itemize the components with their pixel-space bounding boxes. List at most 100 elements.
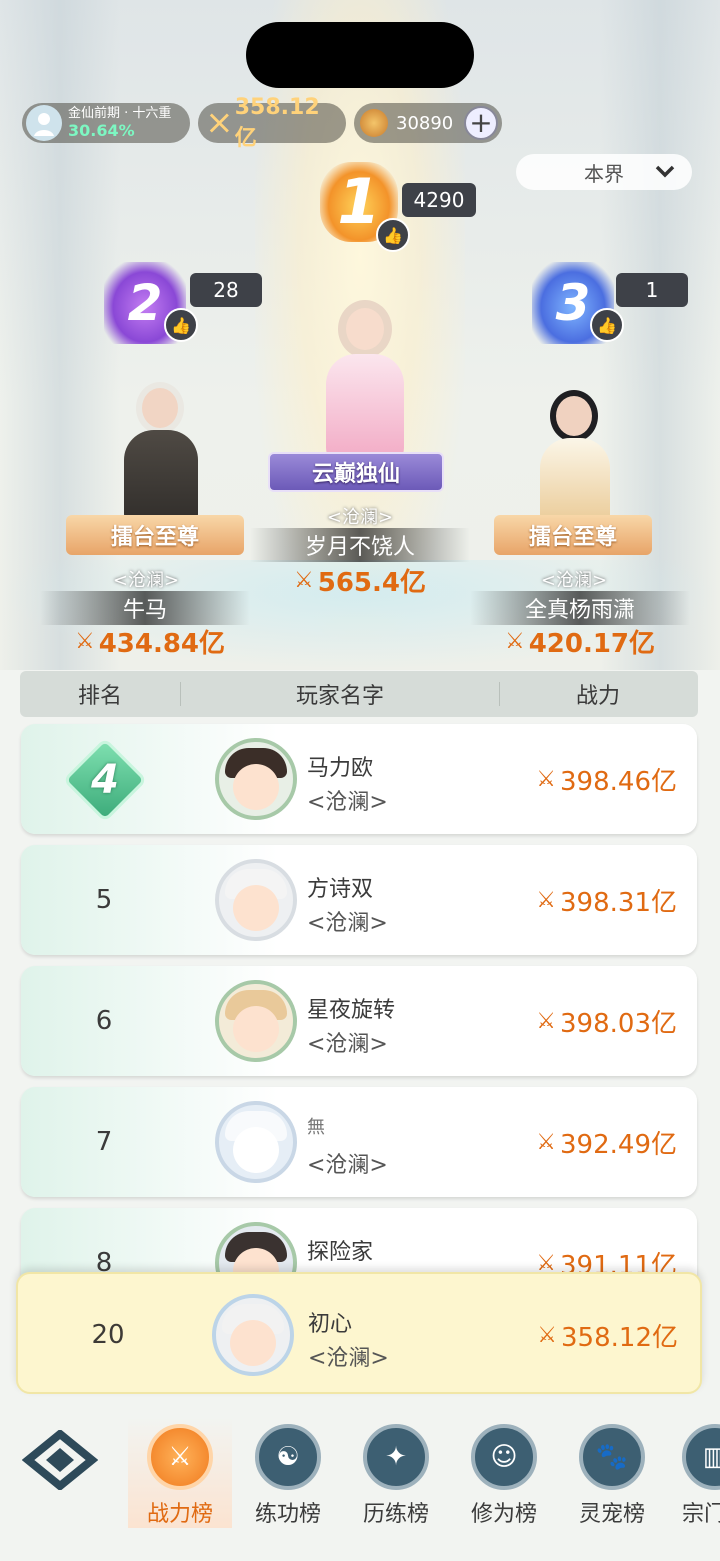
cultivator-icon: ☺	[471, 1424, 537, 1490]
crossed-swords-icon	[209, 113, 229, 133]
avatar[interactable]	[215, 980, 297, 1062]
rank-number: 4	[91, 757, 119, 803]
player-name: 星夜旋转	[307, 998, 396, 1023]
power-value: 358.12亿	[234, 94, 320, 151]
rank-number: 6	[95, 1006, 113, 1036]
player-power: ⚔ 398.31亿	[536, 845, 677, 955]
crossed-swords-icon: ⚔	[504, 628, 525, 654]
bottom-nav: ⚔ 战力榜 ☯ 练功榜 ✦ 历练榜 ☺ 修为榜 🐾 灵宠榜 ▥ 宗门	[0, 1400, 720, 1561]
my-power-value: 358.12亿	[561, 1322, 678, 1353]
player-name: 马力欧	[307, 756, 374, 781]
rank1-like-button[interactable]: 👍	[376, 218, 410, 252]
tab-sect-ranking[interactable]: ▥ 宗门	[668, 1418, 720, 1528]
rank1-title-tag: 云巅独仙	[268, 452, 444, 492]
player-power-value: 398.03亿	[560, 1008, 677, 1039]
rank1-name: 岁月不饶人	[250, 528, 470, 562]
coin-icon	[360, 109, 388, 137]
rank1-like-count: 4290	[402, 183, 476, 217]
rank2-name: 牛马	[40, 591, 250, 625]
tab-label: 战力榜	[146, 1502, 213, 1527]
power-pill[interactable]: 358.12亿	[198, 95, 346, 151]
player-guild: <沧澜>	[307, 911, 388, 936]
crossed-swords-icon: ⚔	[147, 1424, 213, 1490]
rank2-power-value: 434.84亿	[98, 628, 226, 659]
menu-logo-icon[interactable]	[21, 1428, 99, 1492]
player-power-value: 398.31亿	[560, 887, 677, 918]
realm-progress: 30.64%	[68, 121, 135, 140]
rank2-power: ⚔ 434.84亿	[40, 624, 260, 659]
avatar[interactable]	[215, 1101, 297, 1183]
player-avatar-icon	[26, 105, 62, 141]
camera-notch	[246, 22, 474, 88]
rank1-character[interactable]	[300, 290, 430, 470]
rank2-like-count: 28	[190, 273, 262, 307]
realm-pill[interactable]: 金仙前期 · 十六重 30.64%	[22, 103, 190, 143]
rank3-title-tag: 擂台至尊	[494, 515, 652, 555]
player-name: 方诗双	[307, 877, 374, 902]
player-power: ⚔ 398.46亿	[536, 724, 677, 834]
player-power-value: 392.49亿	[560, 1129, 677, 1160]
currency-value: 30890	[396, 112, 454, 134]
tab-label: 练功榜	[254, 1502, 321, 1527]
header-power: 战力	[575, 684, 620, 709]
table-header: 排名 玩家名字 战力	[20, 671, 698, 717]
crossed-swords-icon: ⚔	[536, 1008, 557, 1034]
plus-icon[interactable]: +	[464, 106, 498, 140]
currency-pill[interactable]: 30890 +	[354, 103, 502, 143]
rank2-title-tag: 擂台至尊	[66, 515, 244, 555]
table-row[interactable]: 4 马力欧 <沧澜> ⚔ 398.46亿	[21, 724, 697, 834]
rank3-power-value: 420.17亿	[528, 628, 656, 659]
my-rank-number: 20	[91, 1320, 125, 1350]
header-player-name: 玩家名字	[295, 684, 384, 709]
tab-label: 修为榜	[470, 1502, 537, 1527]
table-row[interactable]: 5 方诗双 <沧澜> ⚔ 398.31亿	[21, 845, 697, 955]
player-guild: <沧澜>	[307, 1153, 388, 1178]
chevron-down-icon	[654, 160, 676, 187]
rank1-guild: <沧澜>	[326, 507, 394, 528]
rank3-like-count: 1	[616, 273, 688, 307]
tab-power-ranking[interactable]: ⚔ 战力榜	[128, 1418, 232, 1528]
crossed-swords-icon: ⚔	[536, 887, 557, 913]
crossed-swords-icon: ⚔	[536, 766, 557, 792]
rank2-like-button[interactable]: 👍	[164, 308, 198, 342]
rank3-like-button[interactable]: 👍	[590, 308, 624, 342]
star-compass-icon: ✦	[363, 1424, 429, 1490]
yin-yang-icon: ☯	[255, 1424, 321, 1490]
header-rank: 排名	[77, 684, 122, 709]
avatar[interactable]	[215, 738, 297, 820]
rank2-character[interactable]	[96, 372, 226, 532]
my-power: ⚔ 358.12亿	[537, 1274, 678, 1396]
my-avatar[interactable]	[212, 1294, 294, 1376]
table-row[interactable]: 7 無 <沧澜> ⚔ 392.49亿	[21, 1087, 697, 1197]
player-power-value: 398.46亿	[560, 766, 677, 797]
realm-title: 金仙前期 · 十六重	[68, 106, 172, 121]
tab-trial-ranking[interactable]: ✦ 历练榜	[344, 1418, 448, 1528]
table-row[interactable]: 6 星夜旋转 <沧澜> ⚔ 398.03亿	[21, 966, 697, 1076]
rank1-power: ⚔ 565.4亿	[260, 563, 460, 598]
rank3-guild: <沧澜>	[540, 570, 608, 591]
tab-cultivation-ranking[interactable]: ☺ 修为榜	[452, 1418, 556, 1528]
rank3-name: 全真杨雨潇	[470, 591, 690, 625]
crossed-swords-icon: ⚔	[294, 567, 314, 593]
rank3-power: ⚔ 420.17亿	[470, 624, 690, 659]
crossed-swords-icon: ⚔	[74, 628, 95, 654]
tab-label: 历练榜	[362, 1502, 429, 1527]
rank-number: 5	[95, 885, 113, 915]
tab-pet-ranking[interactable]: 🐾 灵宠榜	[560, 1418, 664, 1528]
pet-icon: 🐾	[579, 1424, 645, 1490]
player-name: 無	[307, 1117, 325, 1138]
sect-icon: ▥	[682, 1424, 720, 1490]
tab-label: 宗门	[682, 1502, 720, 1527]
avatar[interactable]	[215, 859, 297, 941]
player-power: ⚔ 398.03亿	[536, 966, 677, 1076]
status-bar: 金仙前期 · 十六重 30.64% 358.12亿 30890 +	[22, 95, 502, 151]
scope-select[interactable]: 本界	[516, 154, 692, 190]
crossed-swords-icon: ⚔	[537, 1322, 558, 1348]
rank-number: 7	[95, 1127, 113, 1157]
crossed-swords-icon: ⚔	[536, 1129, 557, 1155]
player-name: 探险家	[307, 1240, 374, 1265]
my-rank-row[interactable]: 20 初心 <沧澜> ⚔ 358.12亿	[16, 1272, 702, 1394]
player-power: ⚔ 392.49亿	[536, 1087, 677, 1197]
rank2-guild: <沧澜>	[112, 570, 180, 591]
tab-training-ranking[interactable]: ☯ 练功榜	[236, 1418, 340, 1528]
